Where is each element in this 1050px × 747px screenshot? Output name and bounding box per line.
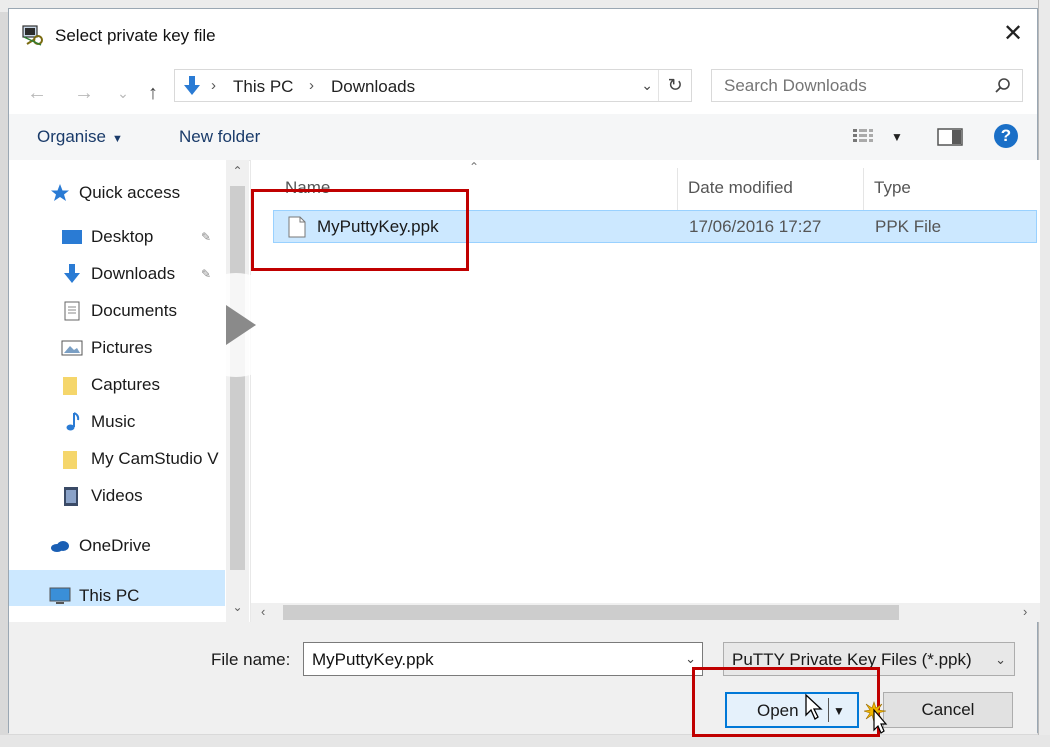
folder-icon [63, 377, 77, 395]
column-header-type[interactable]: Type [874, 178, 911, 198]
file-date: 17/06/2016 17:27 [689, 217, 822, 236]
view-caret-icon[interactable]: ▼ [891, 130, 903, 144]
nav-item-music[interactable]: Music [61, 409, 226, 435]
nav-label: This PC [79, 586, 140, 605]
open-file-dialog: Select private key file ✕ ← → ⌄ ↑ › This… [8, 8, 1040, 734]
refresh-icon[interactable]: ↻ [658, 70, 691, 101]
scroll-left-icon[interactable]: ‹ [261, 604, 265, 619]
hscroll-thumb[interactable] [283, 605, 899, 620]
file-name-input[interactable] [310, 649, 674, 671]
star-icon [51, 184, 69, 201]
horizontal-scrollbar[interactable]: ‹ › [251, 603, 1040, 622]
forward-arrow-icon[interactable]: → [72, 79, 96, 107]
column-divider[interactable] [863, 168, 864, 210]
nav-item-onedrive[interactable]: OneDrive [49, 533, 224, 559]
nav-label: Music [91, 412, 136, 431]
organise-menu[interactable]: Organise ▼ [37, 127, 123, 147]
address-dropdown-icon[interactable]: ⌄ [641, 77, 653, 94]
column-header-date-modified[interactable]: Date modified [688, 178, 793, 198]
nav-label: Pictures [91, 338, 153, 357]
nav-label: Videos [91, 486, 143, 505]
background-window-bottom [0, 735, 1050, 747]
organise-label: Organise [37, 127, 106, 146]
document-icon [64, 301, 80, 321]
search-icon[interactable] [994, 77, 1012, 95]
nav-item-downloads[interactable]: Downloads ✎ [61, 261, 226, 287]
nav-label: Documents [91, 301, 177, 320]
caret-down-icon: ▼ [111, 133, 123, 145]
computer-icon [49, 587, 71, 604]
pictures-icon [61, 340, 83, 356]
scroll-up-icon[interactable]: ⌃ [230, 164, 245, 178]
scroll-down-icon[interactable]: ⌄ [230, 600, 245, 614]
file-name-combobox[interactable]: ⌄ [303, 642, 703, 676]
downloads-location-icon [184, 76, 200, 95]
command-toolbar: Organise ▼ New folder ▼ ? [9, 114, 1037, 161]
search-input[interactable] [722, 75, 986, 97]
nav-item-captures[interactable]: Captures [61, 372, 226, 398]
up-arrow-icon[interactable]: ↑ [141, 79, 165, 107]
highlight-box-file [251, 189, 469, 271]
file-type: PPK File [875, 217, 942, 236]
nav-item-videos[interactable]: Videos [61, 483, 226, 509]
nav-scroll-thumb[interactable] [230, 186, 245, 570]
music-icon [66, 412, 80, 431]
back-arrow-icon[interactable]: ← [25, 79, 49, 107]
video-icon [64, 487, 78, 506]
highlight-box-open [692, 667, 880, 737]
desktop-icon [62, 230, 82, 244]
sort-ascending-icon: ⌃ [469, 160, 480, 174]
new-folder-button[interactable]: New folder [179, 127, 260, 147]
address-bar[interactable]: › This PC › Downloads ⌄ ↻ [174, 69, 692, 102]
nav-item-desktop[interactable]: Desktop ✎ [61, 224, 226, 250]
close-icon[interactable]: ✕ [999, 20, 1027, 48]
help-icon[interactable]: ? [994, 124, 1018, 148]
download-arrow-icon [64, 264, 80, 283]
play-icon [226, 305, 256, 345]
file-name-dropdown-icon[interactable]: ⌄ [685, 651, 696, 667]
nav-label: OneDrive [79, 536, 151, 555]
video-play-button[interactable] [184, 273, 288, 377]
nav-label: Desktop [91, 227, 154, 246]
column-divider[interactable] [677, 168, 678, 210]
pin-icon: ✎ [201, 230, 212, 244]
breadcrumb-this-pc[interactable]: This PC [233, 77, 293, 97]
cancel-button[interactable]: Cancel [883, 692, 1013, 728]
nav-label: Quick access [79, 183, 181, 202]
navigation-pane: Quick access Desktop ✎ Downloads ✎ Docum… [9, 160, 249, 622]
scroll-right-icon[interactable]: › [1023, 604, 1027, 619]
mouse-cursor-icon [805, 693, 823, 720]
click-spark-icon [864, 701, 888, 734]
cloud-icon [51, 541, 69, 552]
breadcrumb-separator: › [211, 77, 216, 94]
preview-pane-icon[interactable] [937, 127, 963, 147]
view-options-icon[interactable] [851, 125, 879, 147]
folder-icon [63, 451, 77, 469]
file-name-label: File name: [211, 650, 291, 669]
breadcrumb-downloads[interactable]: Downloads [331, 77, 415, 97]
nav-label: Captures [91, 375, 160, 394]
recent-locations-icon[interactable]: ⌄ [111, 79, 135, 107]
nav-item-my-camstudio[interactable]: My CamStudio V [61, 446, 226, 472]
nav-scrollbar[interactable]: ⌃ ⌄ [226, 160, 249, 622]
search-box[interactable] [711, 69, 1023, 102]
chevron-down-icon[interactable]: ⌄ [995, 652, 1006, 668]
nav-label: My CamStudio V [91, 449, 219, 468]
nav-item-quick-access[interactable]: Quick access [49, 180, 224, 206]
breadcrumb-separator: › [309, 77, 314, 94]
putty-key-icon [22, 25, 43, 46]
nav-label: Downloads [91, 264, 176, 283]
nav-item-this-pc[interactable]: This PC [49, 583, 224, 609]
title-bar: Select private key file ✕ [9, 9, 1037, 59]
dialog-title: Select private key file [55, 26, 216, 45]
